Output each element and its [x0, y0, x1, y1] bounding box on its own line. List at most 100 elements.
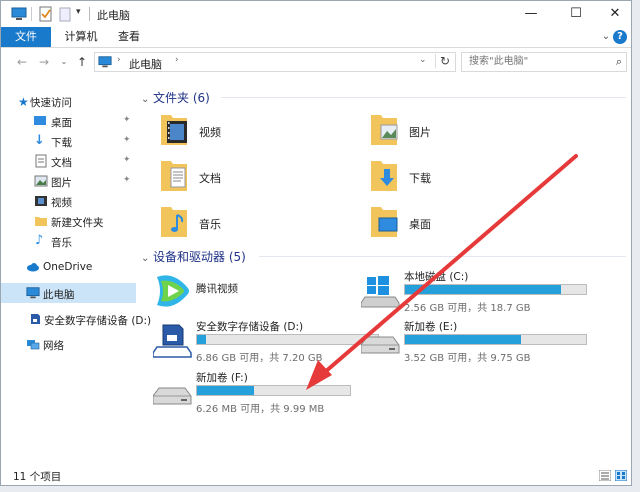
refresh-icon[interactable]: ↻: [435, 54, 450, 68]
item-count: 11 个项目: [13, 471, 62, 483]
up-arrow-icon[interactable]: ↑: [75, 54, 89, 70]
video-folder-icon: [161, 115, 187, 145]
chevron-down-icon[interactable]: ⌄: [141, 253, 153, 264]
breadcrumb-chevron-icon[interactable]: ›: [175, 55, 179, 65]
sidebar-item-new-folder[interactable]: 新建文件夹: [1, 212, 136, 231]
downloads-folder-icon: [371, 161, 397, 191]
drive-item-tencent-video[interactable]: 腾讯视频: [153, 269, 373, 311]
sidebar-item-quick-access[interactable]: ★ 快速访问: [1, 92, 136, 111]
sidebar-item-label: 网络: [43, 340, 64, 352]
pin-icon[interactable]: ✦: [123, 155, 131, 165]
sidebar-item-label: OneDrive: [43, 261, 93, 273]
cloud-icon: [27, 263, 39, 272]
folder-label: 桌面: [409, 218, 431, 231]
folder-label: 下载: [409, 172, 431, 185]
customize-toolbar-icon[interactable]: ▾: [76, 7, 81, 17]
window-title: 此电脑: [97, 9, 130, 22]
forward-arrow-icon[interactable]: →: [37, 54, 51, 70]
search-icon[interactable]: ⌕: [616, 55, 622, 69]
hard-drive-icon: [153, 387, 192, 405]
tencent-video-icon: [157, 275, 189, 307]
drive-item-d[interactable]: 安全数字存储设备 (D:) 6.86 GB 可用，共 7.20 GB: [153, 319, 379, 364]
sd-card-drive-icon: [153, 324, 192, 358]
tab-computer[interactable]: 计算机: [55, 27, 107, 47]
sidebar-item-desktop[interactable]: 桌面 ✦: [1, 112, 136, 131]
drive-free-space: 6.26 MB 可用，共 9.99 MB: [196, 404, 325, 415]
explorer-window: ▾ 此电脑 — ☐ ✕ 文件 计算机 查看 ⌄ ? ← → ⌄ ↑ › 此电脑 …: [0, 0, 632, 486]
folders-group-header[interactable]: ⌄ 文件夹 (6): [141, 89, 210, 106]
status-bar: 11 个项目: [1, 465, 631, 485]
drive-item-c[interactable]: 本地磁盘 (C:) 2.56 GB 可用，共 18.7 GB: [361, 269, 587, 314]
drives-group-header[interactable]: ⌄ 设备和驱动器 (5): [141, 248, 246, 265]
group-divider: [259, 256, 626, 257]
folder-item-downloads[interactable]: 下载: [369, 157, 569, 199]
folders-group-title: 文件夹 (6): [153, 91, 210, 105]
chevron-down-icon[interactable]: ⌄: [599, 30, 613, 44]
sidebar-item-label: 图片: [51, 177, 72, 189]
title-bar: ▾ 此电脑 — ☐ ✕: [1, 1, 631, 27]
drive-free-space: 2.56 GB 可用，共 18.7 GB: [404, 303, 531, 314]
new-folder-icon[interactable]: [59, 6, 71, 22]
download-icon: ↓: [34, 133, 45, 148]
sidebar-item-documents[interactable]: 文档 ✦: [1, 152, 136, 171]
computer-icon: [11, 7, 27, 20]
details-view-icon[interactable]: [599, 470, 611, 481]
sidebar-item-label: 文档: [51, 157, 72, 169]
folder-item-desktop[interactable]: 桌面: [369, 203, 569, 245]
drive-item-e[interactable]: 新加卷 (E:) 3.52 GB 可用，共 9.75 GB: [361, 319, 587, 364]
folder-label: 视频: [199, 126, 221, 139]
drive-name: 腾讯视频: [196, 283, 238, 295]
computer-icon: [26, 287, 40, 299]
sidebar-item-onedrive[interactable]: OneDrive: [1, 258, 136, 277]
music-icon: ♪: [35, 233, 44, 248]
search-input[interactable]: [467, 55, 606, 68]
sidebar-item-network[interactable]: 网络: [1, 335, 136, 354]
computer-icon: [98, 56, 112, 68]
star-icon: ★: [18, 95, 29, 109]
pin-icon[interactable]: ✦: [123, 175, 131, 185]
chevron-down-icon[interactable]: ⌄: [141, 94, 153, 105]
sidebar-item-pictures[interactable]: 图片 ✦: [1, 172, 136, 191]
back-arrow-icon[interactable]: ←: [15, 54, 29, 70]
address-bar[interactable]: › 此电脑 › ⌄ ↻: [94, 52, 456, 72]
drive-usage-bar: [404, 334, 587, 345]
sidebar-item-downloads[interactable]: ↓ 下载 ✦: [1, 132, 136, 151]
minimize-button[interactable]: —: [509, 1, 553, 27]
close-button[interactable]: ✕: [599, 1, 631, 27]
drive-usage-fill: [405, 285, 561, 294]
folder-icon: [35, 217, 47, 226]
address-row: ← → ⌄ ↑ › 此电脑 › ⌄ ↻ ⌕: [1, 48, 631, 76]
tab-view[interactable]: 查看: [109, 27, 149, 47]
recent-locations-icon[interactable]: ⌄: [57, 54, 71, 70]
folder-label: 图片: [409, 126, 431, 139]
drive-item-f[interactable]: 新加卷 (F:) 6.26 MB 可用，共 9.99 MB: [153, 370, 373, 415]
content-pane: ⌄ 文件夹 (6) 视频 图片 文档 下载 音乐 桌面 ⌄ 设备和驱动器 (5)…: [141, 81, 631, 461]
folder-item-videos[interactable]: 视频: [159, 111, 359, 153]
sidebar-item-this-pc[interactable]: 此电脑: [1, 283, 136, 303]
documents-folder-icon: [161, 161, 187, 191]
properties-icon[interactable]: [39, 6, 53, 22]
video-icon: [35, 196, 47, 206]
folder-item-music[interactable]: 音乐: [159, 203, 359, 245]
maximize-button[interactable]: ☐: [554, 1, 598, 27]
sidebar-item-videos[interactable]: 视频: [1, 192, 136, 211]
tiles-view-icon[interactable]: [615, 470, 627, 481]
drive-name: 本地磁盘 (C:): [404, 271, 469, 283]
pin-icon[interactable]: ✦: [123, 115, 131, 125]
folder-item-documents[interactable]: 文档: [159, 157, 359, 199]
sidebar-item-label: 音乐: [51, 237, 72, 249]
background-window-edge: [0, 486, 640, 492]
sidebar-item-label: 快速访问: [30, 97, 72, 109]
breadcrumb-this-pc[interactable]: 此电脑: [129, 56, 162, 72]
desktop-folder-icon: [371, 207, 398, 237]
tab-file[interactable]: 文件: [1, 27, 51, 47]
sidebar-item-music[interactable]: ♪ 音乐: [1, 232, 136, 251]
folder-item-pictures[interactable]: 图片: [369, 111, 569, 153]
ribbon: 文件 计算机 查看 ⌄ ?: [1, 27, 631, 48]
sidebar-item-sd-card[interactable]: 安全数字存储设备 (D:): [1, 310, 151, 329]
pin-icon[interactable]: ✦: [123, 135, 131, 145]
address-dropdown-icon[interactable]: ⌄: [419, 55, 427, 65]
help-icon[interactable]: ?: [613, 30, 627, 44]
breadcrumb-chevron-icon[interactable]: ›: [117, 55, 121, 65]
search-box[interactable]: ⌕: [461, 52, 627, 72]
